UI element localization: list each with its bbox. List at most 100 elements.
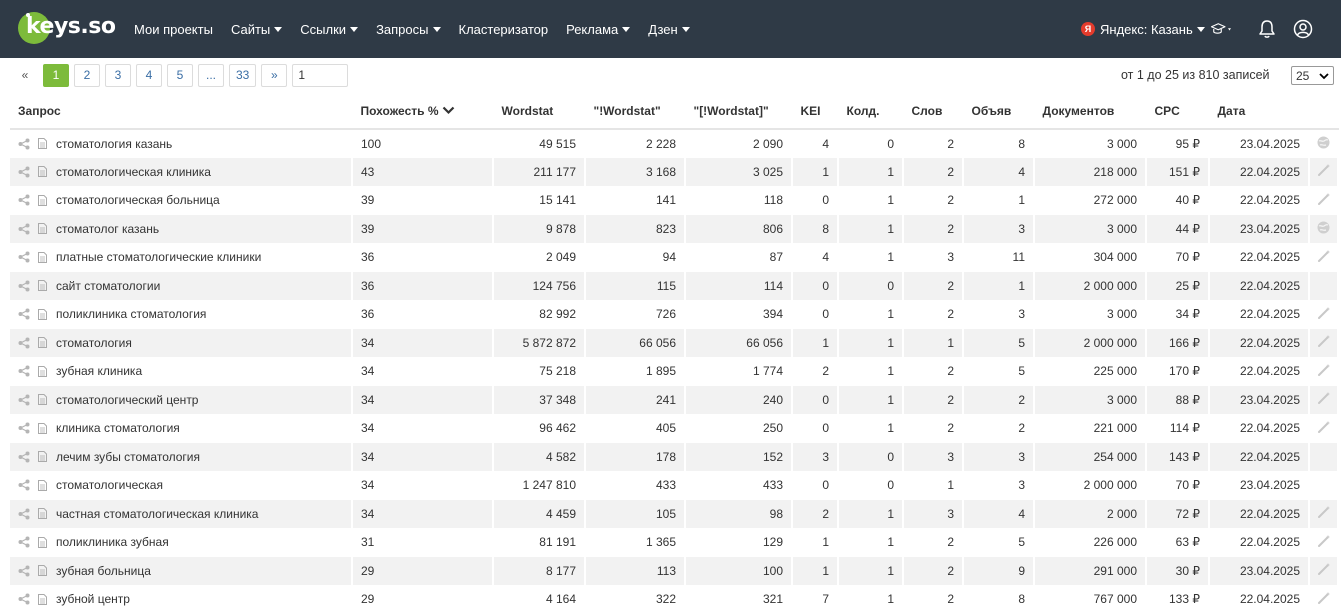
goto-page-input[interactable] — [292, 63, 349, 87]
document-icon[interactable] — [38, 138, 47, 150]
query-text[interactable]: зубной центр — [56, 592, 130, 606]
query-text[interactable]: поликлиника стоматология — [56, 307, 206, 321]
share-icon[interactable] — [18, 422, 30, 434]
nav-item-6[interactable]: Дзен — [648, 22, 690, 37]
page-button[interactable]: 4 — [136, 63, 162, 87]
wand-icon[interactable] — [1317, 306, 1331, 323]
column-header-query[interactable]: Запрос — [10, 94, 353, 130]
share-icon[interactable] — [18, 536, 30, 548]
document-icon[interactable] — [38, 451, 47, 463]
column-header-kei[interactable]: KEI — [792, 94, 839, 130]
globe-icon[interactable] — [1317, 221, 1330, 237]
wand-icon[interactable] — [1317, 392, 1331, 408]
wand-icon[interactable] — [1317, 591, 1331, 608]
share-icon[interactable] — [18, 337, 30, 349]
wand-icon[interactable] — [1317, 534, 1331, 551]
page-button[interactable]: 5 — [167, 63, 193, 87]
wand-icon[interactable] — [1317, 363, 1331, 380]
next-page-button[interactable]: » — [261, 63, 288, 87]
query-text[interactable]: лечим зубы стоматология — [56, 450, 200, 464]
document-icon[interactable] — [38, 194, 47, 206]
page-button[interactable]: 3 — [105, 63, 131, 87]
page-button[interactable]: ... — [198, 63, 224, 87]
document-icon[interactable] — [38, 508, 47, 520]
share-icon[interactable] — [18, 593, 30, 605]
page-button[interactable]: 2 — [74, 63, 100, 87]
wand-icon[interactable] — [1317, 164, 1331, 180]
column-header-cpc[interactable]: CPC — [1146, 94, 1210, 130]
document-icon[interactable] — [38, 308, 47, 320]
share-icon[interactable] — [18, 394, 30, 406]
column-header-words[interactable]: Слов — [903, 94, 964, 130]
nav-item-3[interactable]: Запросы — [376, 22, 441, 37]
share-icon[interactable] — [18, 508, 30, 520]
page-button[interactable]: 33 — [229, 63, 257, 87]
nav-item-1[interactable]: Сайты — [231, 22, 283, 37]
per-page-select[interactable]: 25 — [1291, 66, 1334, 85]
wand-icon[interactable] — [1317, 420, 1331, 437]
page-button[interactable]: 1 — [43, 63, 69, 87]
document-icon[interactable] — [38, 223, 47, 235]
document-icon[interactable] — [38, 422, 47, 434]
column-header-date[interactable]: Дата — [1209, 94, 1310, 130]
share-icon[interactable] — [18, 365, 30, 377]
document-icon[interactable] — [38, 365, 47, 377]
document-icon[interactable] — [38, 593, 47, 605]
document-icon[interactable] — [38, 337, 47, 349]
column-header-wordstat-exact-order[interactable]: "[!Wordstat]" — [685, 94, 793, 130]
column-header-wordstat-exact[interactable]: "!Wordstat" — [585, 94, 686, 130]
query-text[interactable]: частная стоматологическая клиника — [56, 507, 258, 521]
document-icon[interactable] — [38, 536, 47, 548]
query-text[interactable]: зубная клиника — [56, 364, 142, 378]
query-text[interactable]: сайт стоматологии — [56, 279, 160, 293]
column-header-wordstat[interactable]: Wordstat — [493, 94, 586, 130]
document-icon[interactable] — [38, 280, 47, 292]
document-icon[interactable] — [38, 394, 47, 406]
share-icon[interactable] — [18, 451, 30, 463]
query-text[interactable]: стоматологическая клиника — [56, 165, 211, 179]
share-icon[interactable] — [18, 251, 30, 263]
document-icon[interactable] — [38, 251, 47, 263]
bell-icon[interactable] — [1255, 17, 1279, 41]
query-text[interactable]: стоматология казань — [56, 137, 172, 151]
query-text[interactable]: стоматологическая больница — [56, 193, 220, 207]
wand-icon[interactable] — [1317, 192, 1331, 209]
prev-page-button[interactable]: « — [12, 63, 38, 87]
graduation-cap-icon[interactable] — [1210, 17, 1234, 41]
globe-icon[interactable] — [1317, 136, 1330, 152]
query-text[interactable]: стоматологическая — [56, 478, 163, 492]
column-header-documents[interactable]: Документов — [1034, 94, 1147, 130]
document-icon[interactable] — [38, 479, 47, 491]
logo[interactable]: keys.so — [18, 11, 116, 45]
nav-item-5[interactable]: Реклама — [566, 22, 631, 37]
column-header-competitors[interactable]: Колд. — [838, 94, 904, 130]
query-text[interactable]: стоматология — [56, 336, 132, 350]
query-text[interactable]: поликлиника зубная — [56, 535, 169, 549]
query-text[interactable]: стоматологический центр — [56, 393, 198, 407]
user-icon[interactable] — [1291, 17, 1315, 41]
query-text[interactable]: платные стоматологические клиники — [56, 250, 261, 264]
wand-icon[interactable] — [1317, 563, 1331, 579]
nav-item-4[interactable]: Кластеризатор — [459, 22, 549, 37]
column-header-similarity[interactable]: Похожесть % — [352, 94, 494, 130]
nav-item-2[interactable]: Ссылки — [300, 22, 359, 37]
share-icon[interactable] — [18, 138, 30, 150]
document-icon[interactable] — [38, 565, 47, 577]
wand-icon[interactable] — [1317, 506, 1331, 522]
query-text[interactable]: зубная больница — [56, 564, 151, 578]
share-icon[interactable] — [18, 166, 30, 178]
query-text[interactable]: стоматолог казань — [56, 222, 159, 236]
share-icon[interactable] — [18, 223, 30, 235]
wand-icon[interactable] — [1317, 335, 1331, 351]
nav-item-0[interactable]: Мои проекты — [134, 22, 213, 37]
column-header-ads[interactable]: Объяв — [963, 94, 1035, 130]
share-icon[interactable] — [18, 479, 30, 491]
share-icon[interactable] — [18, 280, 30, 292]
document-icon[interactable] — [38, 166, 47, 178]
share-icon[interactable] — [18, 565, 30, 577]
region-selector[interactable]: Я Яндекс: Казань — [1081, 0, 1205, 58]
wand-icon[interactable] — [1317, 249, 1331, 266]
share-icon[interactable] — [18, 308, 30, 320]
share-icon[interactable] — [18, 194, 30, 206]
query-text[interactable]: клиника стоматология — [56, 421, 180, 435]
